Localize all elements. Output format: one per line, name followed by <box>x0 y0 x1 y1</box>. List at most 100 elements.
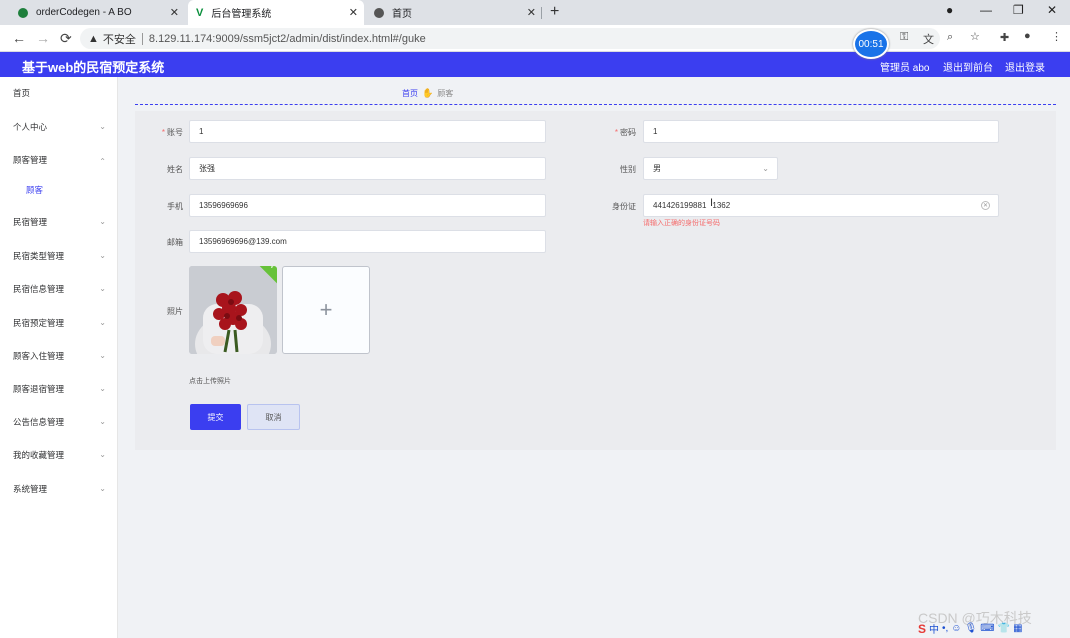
reload-icon[interactable]: ⟳ <box>60 30 72 47</box>
sogou-ime-icon[interactable]: S <box>918 622 926 636</box>
close-tab-icon[interactable]: ✕ <box>349 6 358 19</box>
password-field[interactable]: 1 <box>643 120 999 143</box>
submit-button[interactable]: 提交 <box>190 404 241 430</box>
close-tab-icon[interactable]: ✕ <box>527 6 536 19</box>
chevron-down-icon: ⌄ <box>99 251 106 260</box>
app-title: 基于web的民宿预定系统 <box>22 60 165 75</box>
bookmark-star-icon[interactable]: ☆ <box>970 30 980 43</box>
profile-icon[interactable]: ● <box>946 3 953 17</box>
sidebar-item-system[interactable]: 系统管理 ⌄ <box>0 479 118 499</box>
field-value: 13596969696 <box>199 201 248 210</box>
app-header: 基于web的民宿预定系统 管理员 abo 退出到前台 退出登录 <box>0 52 1070 77</box>
photo-image <box>189 266 277 354</box>
restore-icon[interactable]: ❐ <box>1013 3 1024 17</box>
extensions-icon[interactable]: ✚ <box>1000 31 1009 44</box>
url-text: 8.129.11.174:9009/ssm5jct2/admin/dist/in… <box>148 32 426 45</box>
sidebar-item-home[interactable]: 首页 <box>0 83 118 103</box>
name-field[interactable]: 张强 <box>189 157 546 180</box>
sidebar-item-label: 民宿管理 <box>13 217 48 227</box>
password-label: * 密码 <box>576 127 636 138</box>
skin-icon[interactable]: 👕 <box>998 623 1010 634</box>
sidebar-item-label: 顾客管理 <box>13 155 48 165</box>
name-label: 姓名 <box>167 165 183 174</box>
sidebar-item-label: 个人中心 <box>13 122 48 132</box>
zoom-icon[interactable]: ⌕ <box>947 31 953 44</box>
url-field[interactable]: ▲ 不安全 8.129.11.174:9009/ssm5jct2/admin/d… <box>80 28 940 49</box>
account-field[interactable]: 1 <box>189 120 546 143</box>
current-user: 管理员 abo <box>880 63 930 74</box>
cancel-button[interactable]: 取消 <box>247 404 300 430</box>
sidebar-item-label: 顾客退宿管理 <box>13 384 65 394</box>
account-icon[interactable]: ● <box>1024 30 1031 42</box>
minimize-icon[interactable]: — <box>980 3 992 17</box>
sidebar-item-customer-mgmt[interactable]: 顾客管理 ⌃ <box>0 150 118 170</box>
divider <box>135 104 1056 105</box>
plus-icon: + <box>319 297 333 322</box>
sidebar-subitem-customer[interactable]: 顾客 <box>0 180 118 200</box>
tools-icon[interactable]: ▦ <box>1013 623 1022 634</box>
ime-mode[interactable]: 中 <box>929 621 939 636</box>
photo-upload-button[interactable]: + <box>282 266 370 354</box>
account-label: * 账号 <box>123 127 183 138</box>
chevron-down-icon: ⌄ <box>762 164 769 173</box>
email-field[interactable]: 13596969696@139.com <box>189 230 546 253</box>
tab-title: orderCodegen - A BO <box>36 7 132 18</box>
sidebar-item-homestay-mgmt[interactable]: 民宿管理 ⌄ <box>0 212 118 232</box>
chevron-down-icon: ⌄ <box>99 318 106 327</box>
sidebar-item-favorites[interactable]: 我的收藏管理 ⌄ <box>0 445 118 465</box>
hand-icon: ✋ <box>422 88 434 98</box>
sidebar-item-label: 公告信息管理 <box>13 417 65 427</box>
back-icon[interactable]: ← <box>12 30 26 46</box>
translate-icon[interactable]: 文 <box>923 31 934 47</box>
sidebar-item-homestay-info[interactable]: 民宿信息管理 ⌄ <box>0 279 118 299</box>
sidebar-item-homestay-type[interactable]: 民宿类型管理 ⌄ <box>0 246 118 266</box>
chevron-up-icon: ⌃ <box>99 157 106 166</box>
sidebar-item-checkout[interactable]: 顾客退宿管理 ⌄ <box>0 379 118 399</box>
breadcrumb-home[interactable]: 首页 <box>402 88 418 99</box>
label-text: 账号 <box>167 128 183 137</box>
phone-field[interactable]: 13596969696 <box>189 194 546 217</box>
key-icon[interactable]: ⚿ <box>900 31 908 44</box>
sidebar-item-notices[interactable]: 公告信息管理 ⌄ <box>0 412 118 432</box>
phone-label: 手机 <box>167 202 183 211</box>
sidebar-item-checkin[interactable]: 顾客入住管理 ⌄ <box>0 346 118 366</box>
clear-icon[interactable]: ✕ <box>981 201 990 210</box>
chevron-down-icon: ⌄ <box>99 284 106 293</box>
menu-dots-icon[interactable]: ⋮ <box>1051 30 1062 43</box>
required-mark: * <box>161 128 165 137</box>
sidebar-item-label: 系统管理 <box>13 484 48 494</box>
sidebar-item-booking[interactable]: 民宿预定管理 ⌄ <box>0 313 118 333</box>
sidebar-item-label: 我的收藏管理 <box>13 450 65 460</box>
browser-tab-admin[interactable]: V 后台管理系统 ✕ <box>188 0 364 25</box>
site-favicon-icon <box>18 7 28 18</box>
emoji-icon[interactable]: ☺ <box>951 623 961 634</box>
field-value: 男 <box>653 164 661 173</box>
field-value: 13596969696@139.com <box>199 237 287 246</box>
id-card-field[interactable]: 441426199881 1362 ✕ <box>643 194 999 217</box>
chevron-down-icon: ⌄ <box>99 417 106 426</box>
punctuation-icon[interactable]: •, <box>942 623 948 634</box>
uploaded-photo[interactable]: ✓ <box>189 266 277 354</box>
mic-icon[interactable]: 🎙 <box>965 623 978 634</box>
globe-icon <box>374 7 384 18</box>
gender-select[interactable]: 男 ⌄ <box>643 157 778 180</box>
close-window-icon[interactable]: ✕ <box>1047 3 1057 17</box>
field-value: 1 <box>199 127 204 136</box>
logout-link[interactable]: 退出登录 <box>1005 59 1045 74</box>
vue-favicon-icon: V <box>196 6 204 19</box>
close-tab-icon[interactable]: ✕ <box>170 6 179 19</box>
to-front-link[interactable]: 退出到前台 <box>943 59 993 74</box>
forward-icon[interactable]: → <box>36 30 50 46</box>
new-tab-button[interactable]: + <box>550 3 559 21</box>
id-card-label: 身份证 <box>612 202 636 211</box>
address-bar: ← → ⟳ ▲ 不安全 8.129.11.174:9009/ssm5jct2/a… <box>0 25 1070 52</box>
recording-timer: 00:51 <box>853 29 889 59</box>
browser-tab-home[interactable]: 首页 ✕ <box>366 0 542 25</box>
chevron-down-icon: ⌄ <box>99 122 106 131</box>
photo-label: 照片 <box>167 307 183 316</box>
security-label: 不安全 <box>102 33 136 46</box>
keyboard-icon[interactable]: ⌨ <box>980 623 994 634</box>
sidebar-item-profile[interactable]: 个人中心 ⌄ <box>0 117 118 137</box>
upload-tip: 点击上传照片 <box>189 378 231 385</box>
browser-tab-codegen[interactable]: orderCodegen - A BO ✕ <box>10 0 185 25</box>
